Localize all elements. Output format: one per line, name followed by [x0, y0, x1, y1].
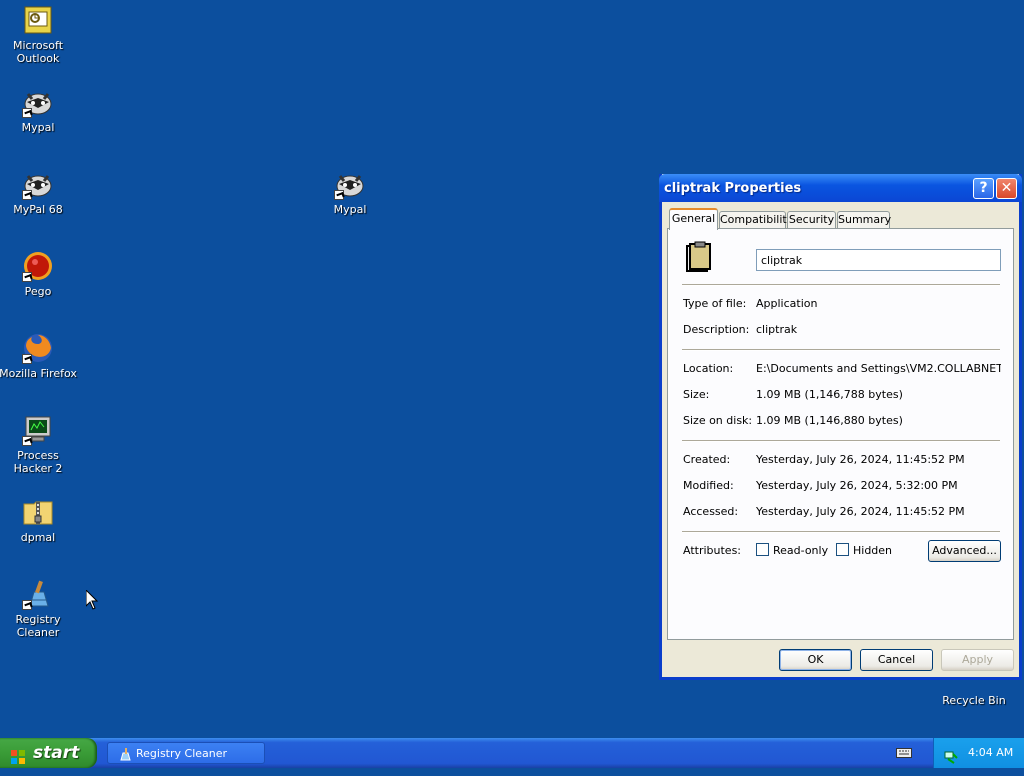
desktop-icon-mypal[interactable]: Mypal	[0, 86, 78, 134]
location-label: Location:	[683, 362, 734, 375]
ok-button[interactable]: OK	[779, 649, 852, 671]
type-value: Application	[756, 297, 818, 310]
tab-security[interactable]: Security	[787, 211, 836, 229]
desktop-icon-firefox[interactable]: Mozilla Firefox	[0, 332, 78, 380]
desktop-icon-process-hacker[interactable]: Process Hacker 2	[0, 414, 78, 475]
registry-cleaner-icon	[22, 578, 54, 610]
start-label: start	[33, 743, 80, 763]
size-value: 1.09 MB (1,146,788 bytes)	[756, 388, 903, 401]
taskbar-item-label: Registry Cleaner	[136, 747, 228, 760]
desktop-icon-label: Microsoft Outlook	[12, 39, 64, 65]
separator	[682, 284, 1000, 286]
keyboard-icon[interactable]	[896, 747, 912, 759]
mypal-icon	[22, 168, 54, 200]
start-button[interactable]: start	[0, 738, 97, 768]
desktop-icon-outlook[interactable]: Microsoft Outlook	[0, 4, 78, 65]
modified-value: Yesterday, July 26, 2024, 5:32:00 PM	[756, 479, 958, 492]
dialog-title: cliptrak Properties	[664, 181, 802, 196]
properties-dialog: cliptrak Properties ? ✕ General Compatib…	[659, 174, 1022, 680]
desktop-icon-label: Mypal	[21, 121, 55, 134]
accessed-value: Yesterday, July 26, 2024, 11:45:52 PM	[756, 505, 965, 518]
created-value: Yesterday, July 26, 2024, 11:45:52 PM	[756, 453, 965, 466]
mypal-icon	[334, 168, 366, 200]
network-icon[interactable]	[944, 746, 958, 764]
process-hacker-icon	[22, 414, 54, 446]
shortcut-arrow-icon	[22, 436, 32, 446]
desktop-icon-label: Process Hacker 2	[13, 449, 63, 475]
size-label: Size:	[683, 388, 710, 401]
attributes-label: Attributes:	[683, 544, 742, 557]
modified-label: Modified:	[683, 479, 734, 492]
desktop-icon-pego[interactable]: Pego	[0, 250, 78, 298]
desktop-icon-label: MyPal 68	[13, 203, 63, 216]
desktop-icon-dpmal[interactable]: dpmal	[0, 496, 78, 544]
separator	[682, 440, 1000, 442]
hidden-label[interactable]: Hidden	[853, 544, 892, 557]
tab-general[interactable]: General	[669, 208, 718, 230]
help-button[interactable]: ?	[973, 178, 994, 199]
file-name-input[interactable]	[756, 249, 1001, 271]
separator	[682, 531, 1000, 533]
separator	[682, 349, 1000, 351]
clock[interactable]: 4:04 AM	[968, 738, 1013, 768]
location-value: E:\Documents and Settings\VM2.COLLABNET.…	[756, 362, 1001, 375]
desktop-icon-mypal-2[interactable]: Mypal	[310, 168, 390, 216]
desktop-icon-label: Recycle Bin	[942, 694, 1006, 707]
shortcut-arrow-icon	[22, 272, 32, 282]
read-only-checkbox[interactable]	[756, 543, 769, 556]
size-on-disk-value: 1.09 MB (1,146,880 bytes)	[756, 414, 903, 427]
type-label: Type of file:	[683, 297, 747, 310]
shortcut-arrow-icon	[22, 190, 32, 200]
clipboard-file-icon	[683, 241, 713, 273]
close-button[interactable]: ✕	[996, 178, 1017, 199]
taskbar-item-registry-cleaner[interactable]: Registry Cleaner	[107, 742, 265, 764]
tab-summary[interactable]: Summary	[837, 211, 891, 229]
shortcut-arrow-icon	[22, 108, 32, 118]
desktop-icon-label: Mypal	[333, 203, 367, 216]
shortcut-arrow-icon	[22, 354, 32, 364]
desktop-icon-mypal-68[interactable]: MyPal 68	[0, 168, 78, 216]
taskbar: start Registry Cleaner 4:04 AM	[0, 738, 1024, 768]
desktop-icon-registry-cleaner[interactable]: Registry Cleaner	[0, 578, 78, 639]
outlook-icon	[22, 4, 54, 36]
size-on-disk-label: Size on disk:	[683, 414, 753, 427]
title-bar[interactable]: cliptrak Properties ? ✕	[659, 174, 1022, 202]
registry-cleaner-icon	[118, 747, 132, 761]
advanced-button[interactable]: Advanced...	[928, 540, 1001, 562]
hidden-checkbox[interactable]	[836, 543, 849, 556]
tab-compatibility[interactable]: Compatibility	[719, 211, 793, 229]
read-only-label[interactable]: Read-only	[773, 544, 828, 557]
description-value: cliptrak	[756, 323, 798, 336]
apply-button[interactable]: Apply	[941, 649, 1014, 671]
cancel-button[interactable]: Cancel	[860, 649, 933, 671]
description-label: Description:	[683, 323, 750, 336]
pego-icon	[22, 250, 54, 282]
desktop-icon-label: Mozilla Firefox	[0, 367, 77, 380]
windows-logo-icon	[10, 745, 26, 764]
accessed-label: Accessed:	[683, 505, 739, 518]
mouse-cursor-icon	[85, 588, 99, 610]
general-tab-panel: Type of file: Application Description: c…	[667, 228, 1014, 640]
shortcut-arrow-icon	[334, 190, 344, 200]
firefox-icon	[22, 332, 54, 364]
desktop-icon-label: Pego	[24, 285, 52, 298]
mypal-icon	[22, 86, 54, 118]
desktop-icon-label: dpmal	[20, 531, 56, 544]
shortcut-arrow-icon	[22, 600, 32, 610]
created-label: Created:	[683, 453, 731, 466]
zip-folder-icon	[22, 496, 54, 528]
desktop-icon-recycle-bin[interactable]: Recycle Bin	[934, 694, 1014, 707]
system-tray: 4:04 AM	[933, 738, 1024, 768]
desktop-icon-label: Registry Cleaner	[15, 613, 61, 639]
